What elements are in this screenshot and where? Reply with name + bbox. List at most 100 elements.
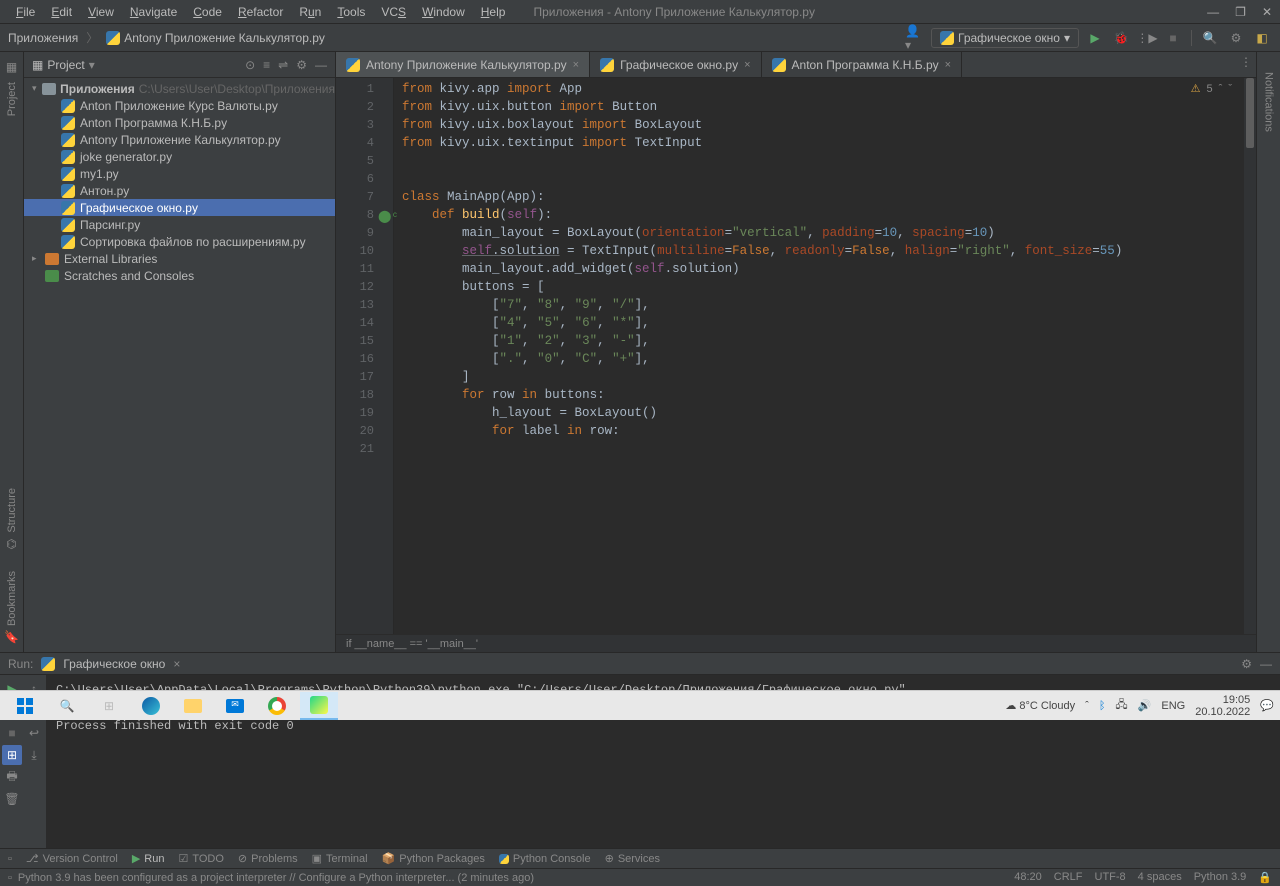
- run-settings-icon[interactable]: ⚙: [1241, 657, 1252, 671]
- scratches-row[interactable]: Scratches and Consoles: [24, 267, 335, 284]
- services-tab[interactable]: ⊕Services: [605, 852, 660, 865]
- editor-tab[interactable]: Antony Приложение Калькулятор.py×: [336, 52, 590, 77]
- python-packages-tab[interactable]: 📦Python Packages: [382, 852, 485, 865]
- settings-icon[interactable]: ⚙: [1226, 28, 1246, 48]
- structure-tool-tab[interactable]: Structure: [6, 488, 18, 533]
- menu-vcs[interactable]: VCS: [373, 5, 414, 19]
- breadcrumb-file[interactable]: Antony Приложение Калькулятор.py: [124, 31, 325, 45]
- hide-panel-icon[interactable]: —: [315, 58, 327, 72]
- run-more-button[interactable]: ⋮▶: [1137, 28, 1157, 48]
- weather-widget[interactable]: ☁ 8°C Cloudy: [1005, 699, 1075, 712]
- external-libraries-row[interactable]: ▸ External Libraries: [24, 250, 335, 267]
- soft-wrap-icon[interactable]: ↩: [24, 723, 44, 743]
- project-root-row[interactable]: ▾ Приложения C:\Users\User\Desktop\Прило…: [24, 80, 335, 97]
- menu-code[interactable]: Code: [185, 5, 230, 19]
- close-tab-icon[interactable]: ×: [945, 59, 951, 71]
- run-config-selector[interactable]: Графическое окно ▾: [931, 28, 1079, 48]
- project-file-row[interactable]: Парсинг.py: [24, 216, 335, 233]
- menu-navigate[interactable]: Navigate: [122, 5, 185, 19]
- tabs-more-icon[interactable]: ⋮: [1236, 52, 1256, 72]
- menu-run[interactable]: Run: [291, 5, 329, 19]
- line-gutter[interactable]: 12345678⬤ᶜ9101112131415161718192021: [336, 78, 382, 634]
- notifications-icon[interactable]: 💬: [1260, 699, 1274, 712]
- search-icon[interactable]: 🔍: [1200, 28, 1220, 48]
- next-highlight-icon[interactable]: ˇ: [1228, 83, 1232, 95]
- menu-tools[interactable]: Tools: [329, 5, 373, 19]
- mail-icon[interactable]: ✉: [216, 692, 254, 720]
- run-tab-title[interactable]: Графическое окно: [63, 657, 165, 671]
- edge-icon[interactable]: [132, 692, 170, 720]
- warning-icon[interactable]: ⚠: [1191, 82, 1201, 95]
- expand-all-icon[interactable]: ≡: [263, 58, 270, 72]
- indent-info[interactable]: 4 spaces: [1138, 871, 1182, 884]
- project-file-row[interactable]: Графическое окно.py: [24, 199, 335, 216]
- hide-run-panel-icon[interactable]: —: [1260, 657, 1272, 671]
- minimize-button[interactable]: —: [1207, 5, 1219, 19]
- network-icon[interactable]: 🖧: [1115, 696, 1127, 715]
- settings-icon[interactable]: ⚙: [296, 58, 307, 72]
- project-file-row[interactable]: Anton Приложение Курс Валюты.py: [24, 97, 335, 114]
- editor-tab[interactable]: Anton Программа К.Н.Б.py×: [762, 52, 963, 77]
- editor-tab[interactable]: Графическое окно.py×: [590, 52, 761, 77]
- expand-arrow-icon[interactable]: ▾: [32, 83, 42, 94]
- task-view-button[interactable]: ⊞: [90, 692, 128, 720]
- bookmarks-tool-tab[interactable]: Bookmarks: [6, 571, 18, 626]
- menu-view[interactable]: View: [80, 5, 122, 19]
- project-tool-tab[interactable]: Project: [6, 82, 18, 116]
- status-message[interactable]: Python 3.9 has been configured as a proj…: [18, 872, 534, 884]
- search-button[interactable]: 🔍: [48, 692, 86, 720]
- code-editor[interactable]: from kivy.app import Appfrom kivy.uix.bu…: [394, 78, 1244, 634]
- menu-window[interactable]: Window: [414, 5, 473, 19]
- learn-icon[interactable]: ◧: [1252, 28, 1272, 48]
- language-indicator[interactable]: ENG: [1161, 700, 1185, 712]
- select-opened-file-icon[interactable]: ⊙: [245, 58, 255, 72]
- project-tool-icon[interactable]: ▦: [6, 60, 17, 74]
- file-encoding[interactable]: UTF-8: [1095, 871, 1126, 884]
- bookmarks-icon[interactable]: 🔖: [4, 630, 19, 644]
- status-msg-icon[interactable]: ▫: [8, 872, 12, 884]
- close-tab-icon[interactable]: ×: [173, 657, 180, 671]
- menu-help[interactable]: Help: [473, 5, 514, 19]
- structure-icon[interactable]: ⌬: [6, 537, 16, 551]
- interpreter-info[interactable]: Python 3.9: [1194, 871, 1247, 884]
- close-tab-icon[interactable]: ×: [573, 59, 579, 71]
- tray-chevron-icon[interactable]: ˆ: [1085, 700, 1089, 712]
- stop-button[interactable]: ■: [1163, 28, 1183, 48]
- todo-tab[interactable]: ☑TODO: [178, 852, 223, 865]
- explorer-icon[interactable]: [174, 692, 212, 720]
- problems-tab[interactable]: ⊘Problems: [238, 852, 298, 865]
- run-button[interactable]: ▶: [1085, 28, 1105, 48]
- maximize-button[interactable]: ❐: [1235, 5, 1246, 19]
- user-icon[interactable]: 👤▾: [905, 28, 925, 48]
- expand-arrow-icon[interactable]: ▸: [32, 253, 44, 264]
- collapse-all-icon[interactable]: ⇌: [278, 58, 288, 72]
- delete-icon[interactable]: 🗑: [2, 789, 22, 809]
- line-separator[interactable]: CRLF: [1054, 871, 1083, 884]
- project-file-row[interactable]: Сортировка файлов по расширениям.py: [24, 233, 335, 250]
- menu-refactor[interactable]: Refactor: [230, 5, 291, 19]
- cursor-position[interactable]: 48:20: [1014, 871, 1042, 884]
- reader-mode-icon[interactable]: 🔒: [1258, 871, 1272, 884]
- notifications-tool-tab[interactable]: Notifications: [1263, 72, 1275, 132]
- chevron-down-icon[interactable]: ▾: [89, 58, 95, 72]
- start-button[interactable]: [6, 692, 44, 720]
- close-tab-icon[interactable]: ×: [744, 59, 750, 71]
- editor-breadcrumb[interactable]: if __name__ == '__main__': [346, 638, 478, 650]
- tool-window-quick-access[interactable]: ▫: [8, 853, 12, 865]
- menu-edit[interactable]: Edit: [43, 5, 80, 19]
- terminal-tab[interactable]: ▣Terminal: [312, 852, 368, 865]
- project-file-row[interactable]: Anton Программа К.Н.Б.py: [24, 114, 335, 131]
- version-control-tab[interactable]: ⎇Version Control: [26, 852, 118, 865]
- menu-file[interactable]: File: [8, 5, 43, 19]
- bluetooth-icon[interactable]: ᛒ: [1099, 700, 1106, 712]
- project-file-row[interactable]: Антон.py: [24, 182, 335, 199]
- project-file-row[interactable]: my1.py: [24, 165, 335, 182]
- fold-strip[interactable]: [382, 78, 394, 634]
- prev-highlight-icon[interactable]: ˆ: [1219, 83, 1223, 95]
- project-tree[interactable]: ▾ Приложения C:\Users\User\Desktop\Прило…: [24, 78, 335, 652]
- debug-button[interactable]: 🐞: [1111, 28, 1131, 48]
- project-file-row[interactable]: joke generator.py: [24, 148, 335, 165]
- chrome-icon[interactable]: [258, 692, 296, 720]
- volume-icon[interactable]: 🔊: [1138, 699, 1152, 712]
- editor-scrollbar[interactable]: [1244, 78, 1256, 634]
